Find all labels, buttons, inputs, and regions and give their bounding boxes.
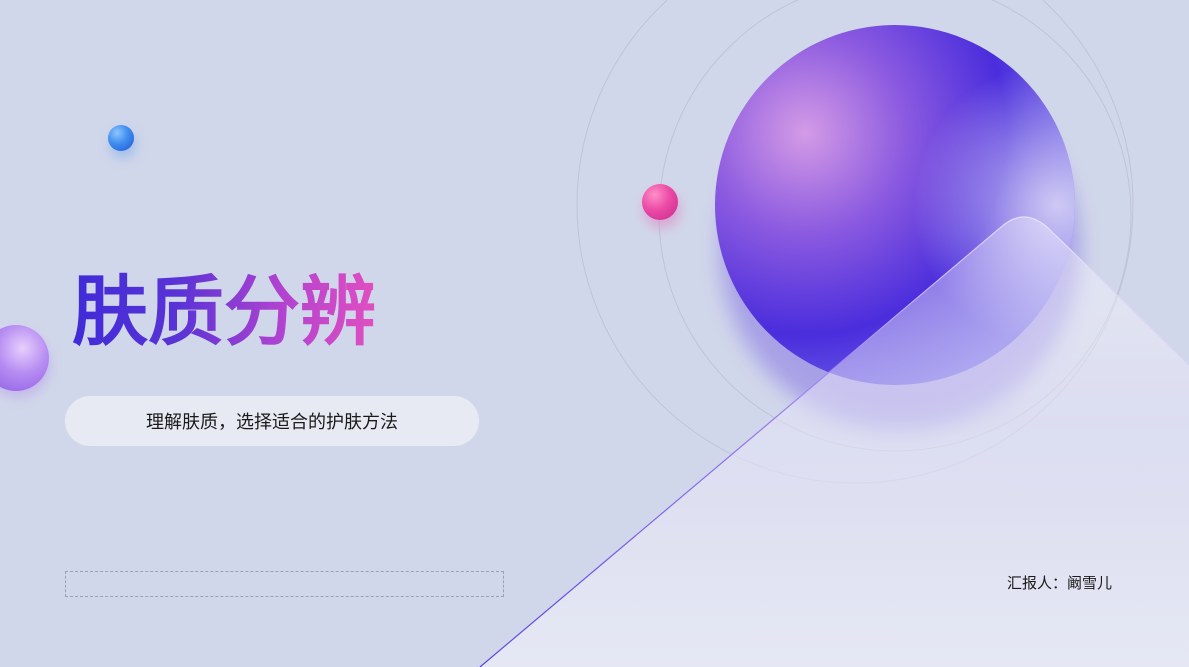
reporter-label: 汇报人：阚雪儿 — [1006, 574, 1112, 592]
subtitle-text: 理解肤质，选择适合的护肤方法 — [146, 412, 398, 433]
pink-sphere-icon — [642, 184, 678, 220]
text-placeholder-box[interactable] — [65, 571, 504, 597]
slide: 肤质分辨 理解肤质，选择适合的护肤方法 汇报人：阚雪儿 — [0, 0, 1189, 667]
slide-title: 肤质分辨 — [72, 262, 376, 362]
blue-sphere-icon — [108, 125, 134, 151]
subtitle-pill: 理解肤质，选择适合的护肤方法 — [65, 396, 479, 446]
